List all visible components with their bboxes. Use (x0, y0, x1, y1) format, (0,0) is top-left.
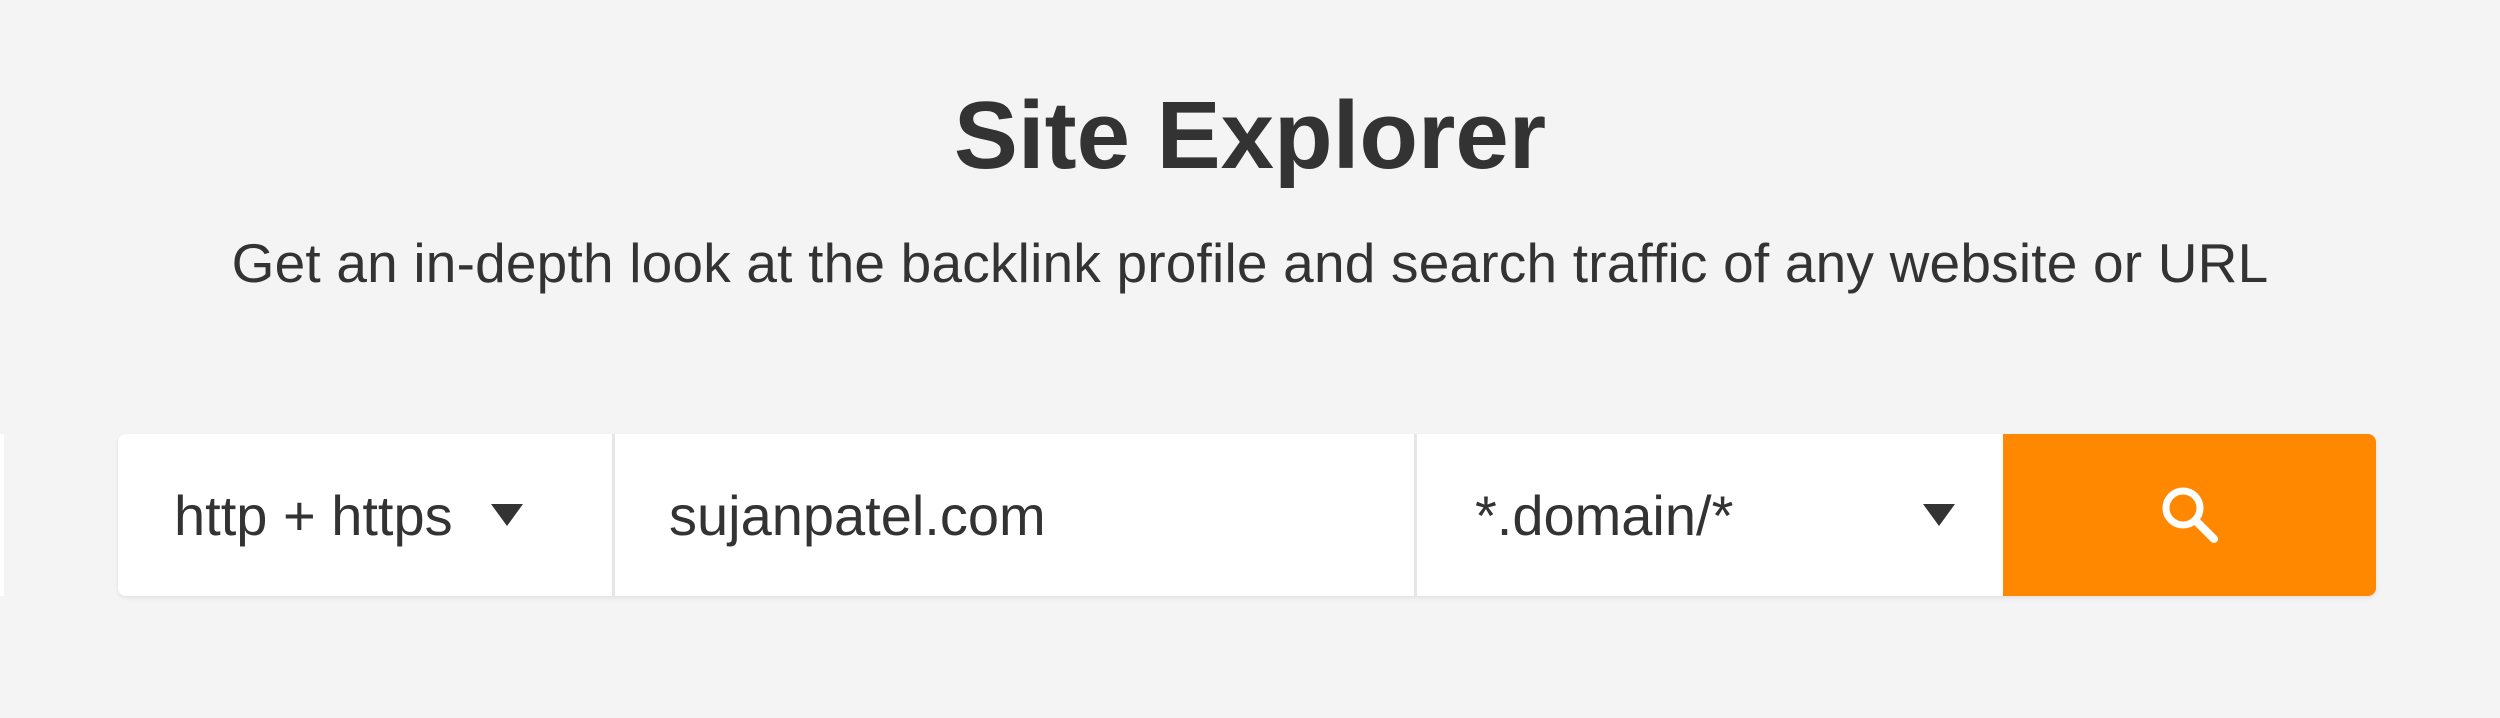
mode-select-value: *.domain/* (1475, 483, 1734, 547)
page-subtitle: Get an in-depth look at the backlink pro… (231, 232, 2269, 294)
left-edge-panel (0, 434, 4, 596)
mode-select[interactable]: *.domain/* (1417, 434, 2003, 596)
url-input-container (615, 434, 1417, 596)
chevron-down-icon (1923, 504, 1955, 526)
search-button[interactable] (2003, 434, 2376, 596)
chevron-down-icon (490, 504, 523, 526)
search-bar: http + https *.domain/* (118, 434, 2376, 596)
protocol-select-value: http + https (174, 483, 453, 547)
page-title: Site Explorer (953, 82, 1547, 189)
protocol-select[interactable]: http + https (118, 434, 615, 596)
search-icon (2162, 487, 2218, 543)
url-input[interactable] (615, 434, 1414, 596)
